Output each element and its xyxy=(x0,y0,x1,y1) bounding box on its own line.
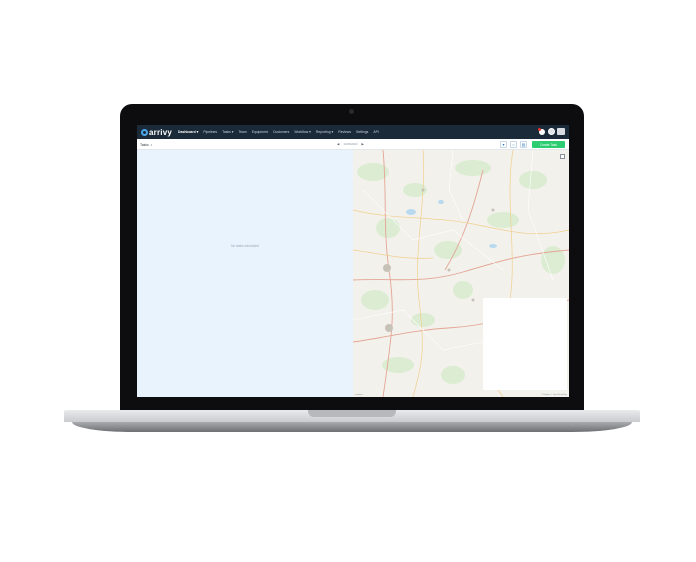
filter-icon[interactable]: ▾ xyxy=(500,141,507,148)
tasks-dropdown-label: Tasks xyxy=(140,142,149,147)
laptop-opening-notch xyxy=(308,410,396,417)
nav-item-workflow[interactable]: Workflow ▾ xyxy=(294,130,311,134)
logo-text: arrivy xyxy=(149,127,172,137)
product-shot: arrivy Dashboard ▾ Pipelines Tasks ▾ Tea… xyxy=(0,0,696,562)
map-provider-logo: mapbox xyxy=(355,394,363,396)
view-tools: ▾ ○ ▤ xyxy=(497,141,527,148)
nav-item-dashboard[interactable]: Dashboard ▾ xyxy=(178,130,198,134)
tasks-dropdown[interactable]: Tasks ▾ xyxy=(140,142,152,147)
app-menu-icon[interactable] xyxy=(557,128,565,135)
laptop-lid: arrivy Dashboard ▾ Pipelines Tasks ▾ Tea… xyxy=(120,104,584,414)
laptop-base-bottom xyxy=(72,422,632,432)
nav-item-reporting[interactable]: Reporting ▾ xyxy=(316,130,333,134)
nav-item-api[interactable]: API xyxy=(373,130,378,134)
next-day-icon[interactable]: ▶ xyxy=(361,142,363,146)
map-overlay-card xyxy=(483,298,567,390)
layout-icon[interactable]: ▤ xyxy=(520,141,527,148)
map-panel[interactable]: mapbox © Mapbox © OpenStreetMap xyxy=(353,150,569,397)
camera-icon xyxy=(349,109,354,114)
chevron-down-icon: ▾ xyxy=(150,142,153,147)
user-avatar[interactable] xyxy=(548,128,555,135)
current-date[interactable]: 10/26/2023 xyxy=(343,142,357,146)
date-navigator: ◀ 10/26/2023 ▶ xyxy=(337,142,364,146)
nav-item-settings[interactable]: Settings xyxy=(356,130,368,134)
laptop-base xyxy=(64,410,640,434)
toolbar: Tasks ▾ ◀ 10/26/2023 ▶ ▾ ○ ▤ Create Task xyxy=(137,139,569,150)
task-list-panel: No tasks scheduled xyxy=(137,150,353,397)
search-icon[interactable]: ○ xyxy=(510,141,517,148)
create-task-button[interactable]: Create Task xyxy=(532,141,565,148)
nav-item-tasks[interactable]: Tasks ▾ xyxy=(222,130,233,134)
previous-day-icon[interactable]: ◀ xyxy=(337,142,339,146)
nav-item-reviews[interactable]: Reviews xyxy=(338,130,351,134)
laptop-screen: arrivy Dashboard ▾ Pipelines Tasks ▾ Tea… xyxy=(137,125,569,397)
logo-pin-icon xyxy=(141,128,148,136)
nav-right-group xyxy=(538,127,565,135)
notification-bell-icon[interactable] xyxy=(538,127,545,135)
nav-item-team[interactable]: Team xyxy=(238,130,246,134)
map-attribution[interactable]: © Mapbox © OpenStreetMap xyxy=(541,394,567,396)
top-nav: arrivy Dashboard ▾ Pipelines Tasks ▾ Tea… xyxy=(137,125,569,139)
nav-item-pipelines[interactable]: Pipelines xyxy=(203,130,217,134)
nav-item-equipment[interactable]: Equipment xyxy=(252,130,268,134)
app-logo[interactable]: arrivy xyxy=(141,128,172,137)
fullscreen-icon[interactable] xyxy=(560,154,565,159)
nav-item-customers[interactable]: Customers xyxy=(273,130,289,134)
empty-state-message: No tasks scheduled xyxy=(231,244,259,248)
